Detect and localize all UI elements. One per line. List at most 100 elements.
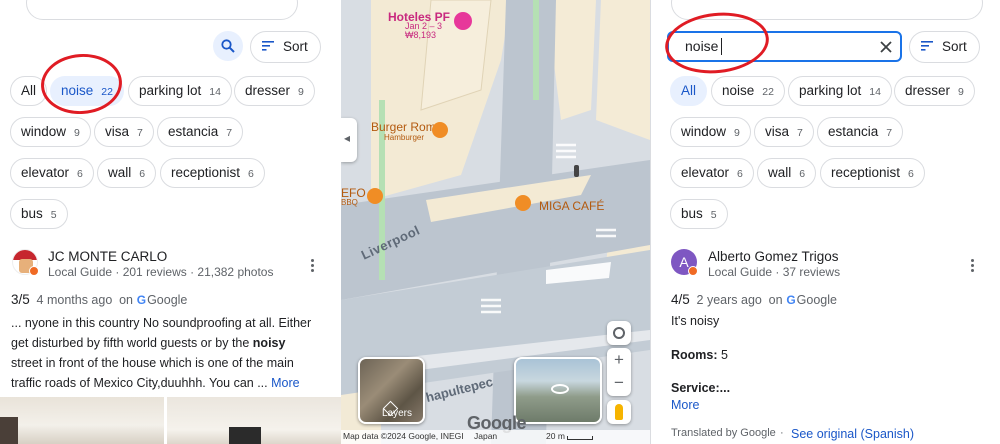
filter-chip-elevator[interactable]: elevator 6: [670, 158, 754, 188]
filter-chip-dresser[interactable]: dresser 9: [234, 76, 315, 106]
search-reviews-button[interactable]: [213, 31, 243, 61]
map-region[interactable]: Japan: [474, 431, 497, 441]
chip-label: wall: [768, 165, 792, 180]
restaurant-category: Hamburger: [384, 133, 425, 142]
chip-count: 5: [710, 209, 717, 221]
zoom-in-button[interactable]: +: [607, 348, 631, 372]
hotel-price: ₩8,193: [405, 30, 437, 40]
filter-chip-wall[interactable]: wall 6: [97, 158, 157, 188]
rooms-value: 5: [717, 348, 728, 362]
filter-chip-visa[interactable]: visa 7: [94, 117, 154, 147]
chip-count: 7: [797, 127, 803, 139]
layers-label: Layers: [382, 408, 413, 419]
filter-chip-window[interactable]: window 9: [10, 117, 91, 147]
pegman-icon: [615, 404, 623, 420]
chip-label: visa: [105, 124, 130, 139]
filter-chip-estancia[interactable]: estancia 7: [817, 117, 904, 147]
clear-icon[interactable]: [880, 41, 892, 53]
filter-chip-bus[interactable]: bus 5: [10, 199, 68, 229]
review-text-line: traffic roads of Mexico City,duuhhh. You…: [11, 373, 336, 393]
filter-chip-receptionist[interactable]: receptionist 6: [820, 158, 925, 188]
filter-chip-wall[interactable]: wall 6: [757, 158, 817, 188]
chip-count: 14: [209, 86, 221, 98]
filter-chip-elevator[interactable]: elevator 6: [10, 158, 94, 188]
filter-chip-receptionist[interactable]: receptionist 6: [160, 158, 265, 188]
restaurant-category: BBQ: [341, 198, 358, 207]
chip-count: 22: [101, 86, 113, 98]
map-scale-bar: [567, 436, 593, 440]
review-text: It's noisy: [671, 314, 720, 328]
review-date: 2 years ago: [696, 293, 762, 307]
filter-chip-parking-lot[interactable]: parking lot 14: [128, 76, 232, 106]
review-photo[interactable]: [0, 397, 164, 444]
restaurant-marker-icon[interactable]: [367, 188, 383, 204]
review-rooms: Rooms: 5: [671, 345, 728, 365]
filter-chip-all[interactable]: All: [10, 76, 48, 106]
chip-count: 6: [248, 168, 254, 180]
zoom-out-button[interactable]: −: [607, 372, 631, 396]
map-attribution[interactable]: Map data ©2024 Google, INEGI: [343, 431, 464, 441]
more-options-icon[interactable]: [311, 259, 315, 274]
sort-button[interactable]: Sort: [250, 31, 321, 63]
chip-count: 7: [226, 127, 233, 139]
chip-count: 14: [869, 86, 881, 98]
map-scale[interactable]: 20 m: [546, 431, 565, 441]
chip-label: estancia: [828, 124, 879, 139]
filter-chip-bus[interactable]: bus 5: [670, 199, 728, 229]
chip-label: bus: [21, 206, 43, 221]
review-on: on: [768, 293, 783, 307]
review-rating: 3/5: [11, 292, 30, 307]
reviewer-meta: Local Guide · 201 reviews · 21,382 photo…: [48, 265, 274, 279]
chip-count: 22: [762, 86, 774, 98]
chip-count: 9: [74, 127, 80, 139]
chip-label: All: [681, 83, 697, 98]
review-search-box[interactable]: noise: [667, 31, 902, 62]
chip-count: 5: [50, 209, 57, 221]
see-original-link[interactable]: See original (Spanish): [791, 424, 914, 444]
layers-button[interactable]: Layers: [358, 357, 425, 424]
rotate-360-icon: [551, 384, 569, 394]
filter-chip-all[interactable]: All: [670, 76, 708, 106]
filter-chip-window[interactable]: window 9: [670, 117, 751, 147]
collapse-panel-tab[interactable]: ◂: [341, 118, 357, 162]
hotel-marker-icon[interactable]: [454, 12, 472, 30]
pegman-button[interactable]: [607, 400, 631, 424]
sort-button[interactable]: Sort: [909, 31, 980, 63]
filter-chip-noise[interactable]: noise 22: [711, 76, 785, 106]
more-link[interactable]: More: [671, 395, 699, 415]
filter-chip-parking-lot[interactable]: parking lot 14: [788, 76, 892, 106]
filter-chip-visa[interactable]: visa 7: [754, 117, 814, 147]
more-link[interactable]: More: [271, 376, 299, 390]
chip-label: receptionist: [171, 165, 241, 180]
review-text-part: get disturbed by fifth world guests or b…: [11, 336, 253, 350]
filter-chip-dresser[interactable]: dresser 9: [894, 76, 975, 106]
chip-label: receptionist: [831, 165, 901, 180]
my-location-button[interactable]: [607, 321, 631, 345]
chip-label: estancia: [168, 124, 219, 139]
reviewer-name[interactable]: Alberto Gomez Trigos: [708, 249, 839, 264]
sort-label: Sort: [283, 39, 308, 54]
cafe-name[interactable]: MIGA CAFÉ: [539, 199, 604, 213]
search-icon: [221, 39, 235, 53]
restaurant-marker-icon[interactable]: [432, 122, 448, 138]
review-search-input[interactable]: noise: [685, 38, 718, 54]
filter-chip-noise[interactable]: noise 22: [50, 76, 124, 106]
more-options-icon[interactable]: [971, 259, 975, 274]
top-search-bar-edge[interactable]: [671, 0, 983, 20]
google-g-icon: G: [786, 293, 796, 307]
review-photo[interactable]: [167, 397, 341, 444]
chip-label: elevator: [681, 165, 730, 180]
chip-count: 6: [77, 168, 83, 180]
local-guide-badge: [688, 266, 698, 276]
reviewer-name[interactable]: JC MONTE CARLO: [48, 249, 167, 264]
street-view-thumbnail[interactable]: [514, 357, 602, 424]
review-highlight: noisy: [252, 336, 286, 350]
chip-count: 6: [139, 168, 146, 180]
map-panel[interactable]: Hoteles PF Jan 2 – 3 ₩8,193 Burger Roma …: [341, 0, 650, 444]
avatar-letter: A: [679, 254, 689, 270]
translated-label: Translated by Google: [671, 427, 776, 439]
filter-chip-estancia[interactable]: estancia 7: [157, 117, 244, 147]
sort-icon: [262, 41, 274, 51]
top-search-bar-edge[interactable]: [26, 0, 298, 20]
cafe-marker-icon[interactable]: [515, 195, 531, 211]
